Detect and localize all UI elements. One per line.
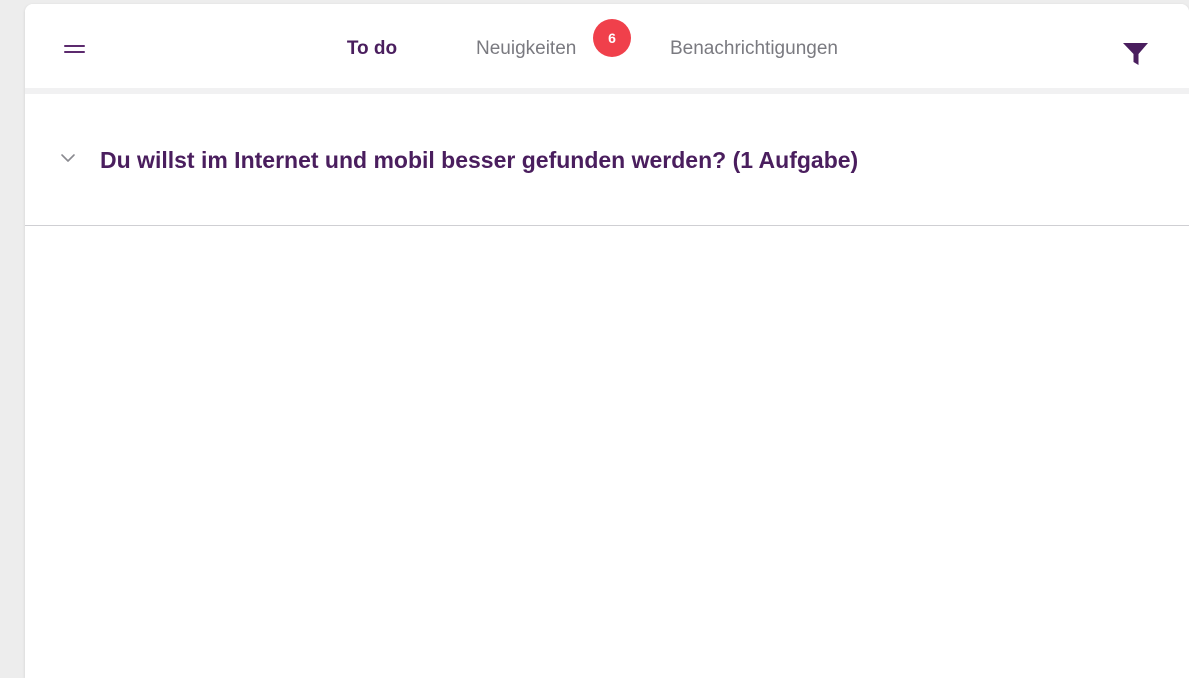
todo-panel: To do Neuigkeiten 6 Benachrichtigungen D… (25, 4, 1189, 678)
task-group-title: Du willst im Internet und mobil besser g… (100, 147, 859, 173)
chevron-down-icon (61, 154, 75, 162)
menu-button[interactable] (55, 34, 91, 64)
hamburger-menu-icon (64, 45, 85, 47)
tab-benachrichtigungen[interactable]: Benachrichtigungen (670, 4, 838, 88)
hamburger-menu-icon-line (64, 51, 85, 53)
notification-count-badge: 6 (593, 19, 631, 57)
task-group-toggle[interactable]: Du willst im Internet und mobil besser g… (25, 94, 1189, 225)
filter-icon (1123, 43, 1148, 65)
tab-neuigkeiten[interactable]: Neuigkeiten (476, 4, 576, 88)
task-list-area (25, 226, 1189, 678)
filter-button[interactable] (1121, 40, 1151, 68)
tab-bar: To do Neuigkeiten 6 Benachrichtigungen (25, 4, 1189, 88)
tab-todo[interactable]: To do (307, 4, 437, 88)
